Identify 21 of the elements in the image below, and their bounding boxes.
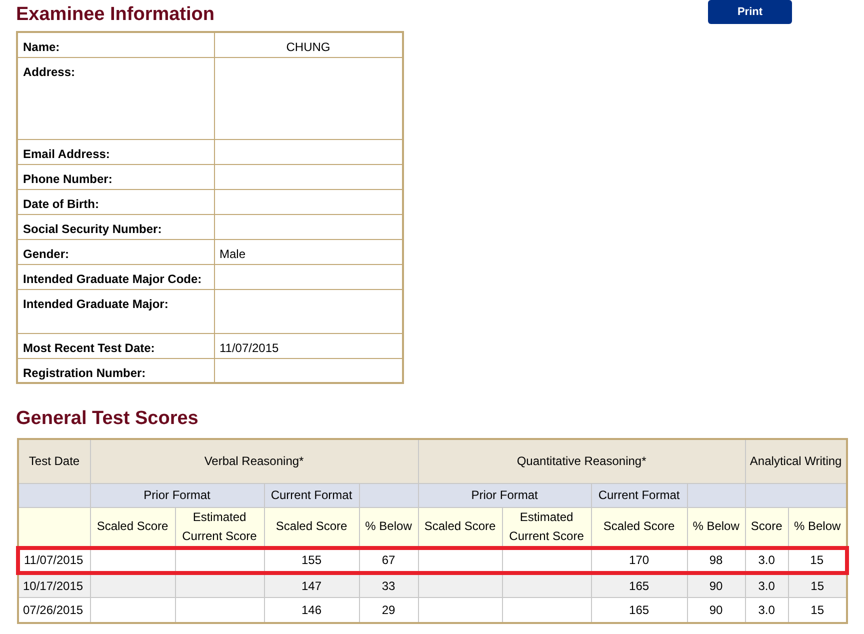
field-label: Gender: <box>17 239 214 264</box>
field-label: Intended Graduate Major: <box>17 289 214 333</box>
print-button[interactable]: Print <box>708 0 792 24</box>
column-header: Prior Format <box>90 483 264 507</box>
field-label: Phone Number: <box>17 164 214 189</box>
column-header: Verbal Reasoning* <box>90 439 418 483</box>
column-header: Current Format <box>591 483 688 507</box>
field-label: Email Address: <box>17 139 214 164</box>
column-header: Quantitative Reasoning* <box>418 439 746 483</box>
field-label: Most Recent Test Date: <box>17 333 214 358</box>
column-header: Prior Format <box>418 483 592 507</box>
section-title: Examinee Information <box>16 4 216 26</box>
table-cell: 11/07/2015 <box>18 548 90 572</box>
field-label: Date of Birth: <box>17 189 214 214</box>
field-label: Intended Graduate Major Code: <box>17 264 214 289</box>
column-header: Test Date <box>18 439 90 483</box>
field-label: Name: <box>17 32 214 57</box>
section-title: General Test Scores <box>16 408 200 430</box>
field-label: Social Security Number: <box>17 214 214 239</box>
column-header: Current Format <box>264 483 359 507</box>
field-label: Address: <box>17 57 214 139</box>
